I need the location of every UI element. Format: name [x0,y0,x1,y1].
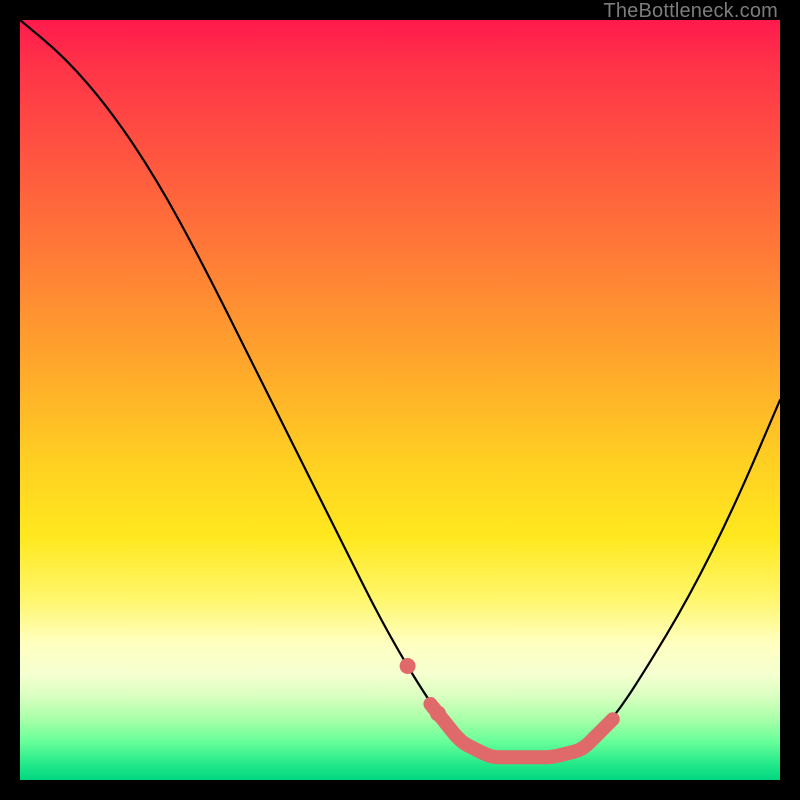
plot-area [20,20,780,780]
watermark-text: TheBottleneck.com [603,0,778,23]
chart-stage: TheBottleneck.com [0,0,800,800]
highlight-dot-1 [400,658,416,674]
highlight-dot-2 [430,706,446,722]
curve-svg [20,20,780,780]
optimal-range-highlight [430,704,612,757]
bottleneck-curve [20,20,780,757]
